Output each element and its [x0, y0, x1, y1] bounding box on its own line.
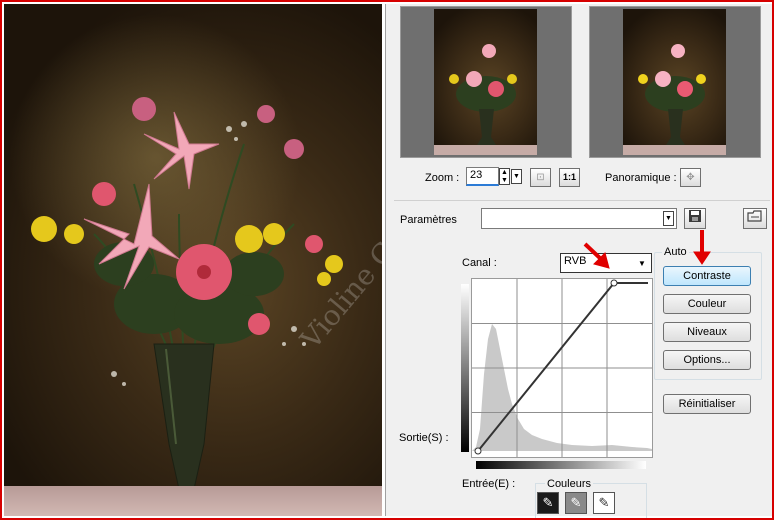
window-frame: Violine Graphic Zoom: 23 ▲ ▼ ▼ ⊡ 1:1 Pa… — [0, 0, 774, 520]
arrow-head-contrast-icon — [693, 251, 711, 265]
annotation-arrows — [583, 230, 711, 269]
arrow-to-curve-point-icon — [583, 242, 604, 262]
